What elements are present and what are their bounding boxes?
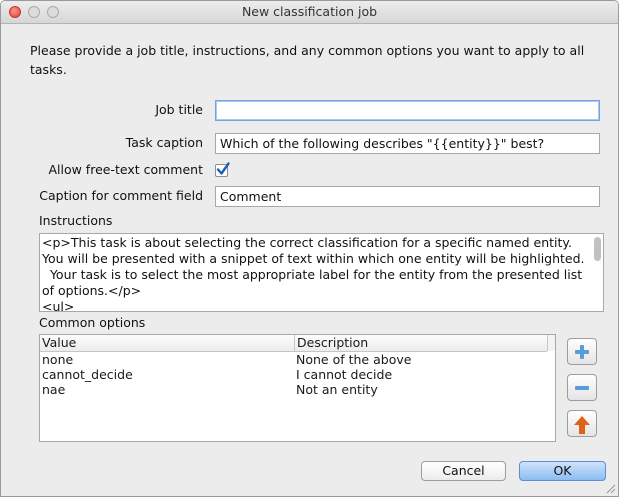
option-value: nae [42,382,66,397]
comment-caption-label: Caption for comment field [39,188,203,203]
allow-comment-checkbox[interactable] [215,162,230,177]
arrow-up-icon [574,416,590,434]
option-description: None of the above [296,352,412,367]
column-header-value[interactable]: Value [40,335,294,351]
option-description: I cannot decide [296,367,393,382]
cancel-button[interactable]: Cancel [421,461,506,481]
ok-button[interactable]: OK [519,461,606,481]
table-row[interactable]: cannot_decide I cannot decide [40,367,555,382]
task-caption-input[interactable]: Which of the following describes "{{enti… [215,133,600,154]
job-title-input[interactable] [215,100,600,121]
remove-option-button[interactable] [567,374,597,401]
table-row[interactable]: nae Not an entity [40,382,555,397]
task-caption-label: Task caption [125,135,203,150]
option-value: cannot_decide [42,367,133,382]
instructions-textarea[interactable]: <p>This task is about selecting the corr… [39,233,604,312]
job-title-label: Job title [155,102,203,117]
dialog-window: New classification job Please provide a … [0,0,619,497]
window-title: New classification job [241,4,378,19]
column-header-description[interactable]: Description [294,335,547,351]
resize-grip-icon[interactable] [606,484,616,494]
instructions-label: Instructions [39,213,113,228]
add-option-button[interactable] [567,338,597,365]
table-header: Value Description [40,335,547,352]
checkmark-icon [216,162,230,175]
instructions-text[interactable]: <p>This task is about selecting the corr… [42,235,590,311]
instructions-scrollbar[interactable] [594,237,601,261]
table-row[interactable]: none None of the above [40,352,555,367]
comment-caption-input[interactable]: Comment [215,186,600,207]
minus-icon [575,386,589,390]
plus-icon [575,345,589,359]
move-up-button[interactable] [567,410,597,437]
common-options-label: Common options [39,315,146,330]
option-value: none [42,352,74,367]
option-description: Not an entity [296,382,378,397]
common-options-table[interactable]: Value Description none None of the above… [39,334,556,442]
table-header-corner [547,335,555,351]
title-bar[interactable]: New classification job [1,1,618,24]
intro-text: Please provide a job title, instructions… [30,43,585,77]
allow-comment-label: Allow free-text comment [48,162,203,177]
